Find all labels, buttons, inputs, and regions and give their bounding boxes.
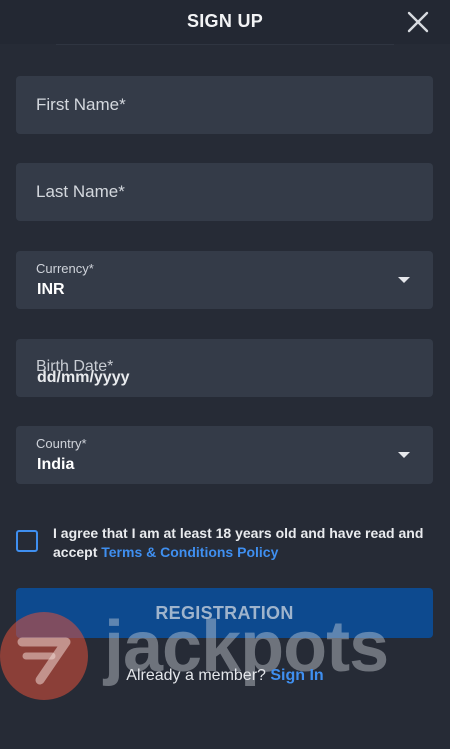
sign-in-link[interactable]: Sign In [270, 667, 323, 684]
registration-button[interactable]: REGISTRATION [16, 588, 433, 638]
page-title: SIGN UP [186, 11, 264, 31]
first-name-placeholder: First Name* [36, 95, 126, 114]
country-label: Country* [36, 436, 87, 451]
country-value: India [37, 456, 75, 473]
last-name-placeholder: Last Name* [36, 182, 125, 201]
agree-checkbox[interactable] [16, 530, 38, 552]
close-button[interactable] [404, 8, 432, 36]
first-name-field[interactable]: First Name* [16, 76, 433, 134]
sign-in-prompt: Already a member? Sign In [0, 667, 450, 685]
member-question: Already a member? [126, 667, 271, 684]
terms-link[interactable]: Terms & Conditions Policy [101, 544, 278, 560]
last-name-field[interactable]: Last Name* [16, 163, 433, 221]
close-icon [407, 11, 429, 33]
currency-select[interactable]: Currency* INR [16, 251, 433, 309]
currency-label: Currency* [36, 261, 94, 276]
chevron-down-icon [398, 452, 410, 458]
header-divider [56, 44, 394, 45]
agreement-text: I agree that I am at least 18 years old … [53, 524, 433, 562]
birth-date-field[interactable]: Birth Date* dd/mm/yyyy [16, 339, 433, 397]
birth-date-placeholder: dd/mm/yyyy [37, 369, 130, 386]
country-select[interactable]: Country* India [16, 426, 433, 484]
chevron-down-icon [398, 277, 410, 283]
currency-value: INR [37, 281, 65, 298]
